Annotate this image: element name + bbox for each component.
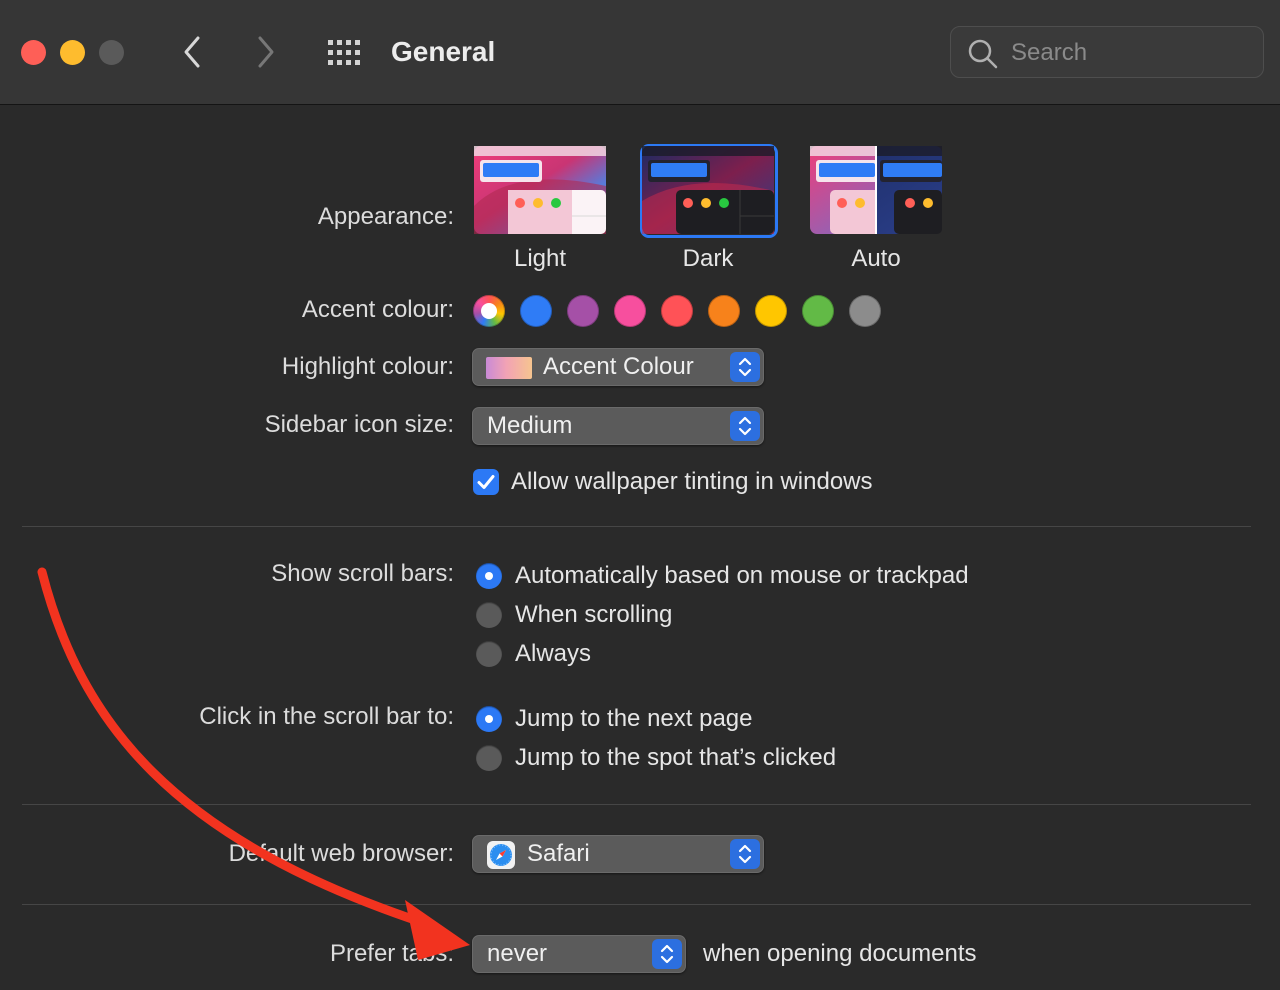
back-button[interactable] [178,34,208,70]
appearance-auto-option[interactable] [810,146,942,234]
highlight-colour-label: Highlight colour: [281,353,454,380]
accent-swatch-multicolor[interactable] [473,295,505,327]
accent-swatch-graphite[interactable] [849,295,881,327]
light-appearance-thumbnail [474,146,606,234]
sidebar-icon-size-label: Sidebar icon size: [264,411,454,438]
scroll-bars-automatic-label[interactable]: Automatically based on mouse or trackpad [515,561,969,591]
prefer-tabs-suffix: when opening documents [703,940,977,967]
highlight-colour-popup[interactable]: Accent Colour [472,348,764,386]
accent-swatch-purple[interactable] [567,295,599,327]
up-down-chevrons-icon [660,944,674,964]
popup-arrows [730,352,760,382]
section-divider [22,804,1251,805]
scroll-bars-always-radio[interactable] [476,641,502,667]
scroll-click-label: Click in the scroll bar to: [199,703,454,730]
safari-icon [487,841,515,869]
wallpaper-tinting-checkbox[interactable] [473,469,499,495]
highlight-colour-value: Accent Colour [543,353,694,380]
appearance-auto-caption: Auto [851,245,901,272]
appearance-dark-option[interactable] [640,144,778,238]
show-scroll-bars-label: Show scroll bars: [271,560,454,587]
close-window-button[interactable] [21,40,46,65]
selected-dot [481,303,497,319]
default-browser-popup[interactable]: Safari [472,835,764,873]
accent-swatch-pink[interactable] [614,295,646,327]
wallpaper-tinting-label[interactable]: Allow wallpaper tinting in windows [511,467,873,497]
default-browser-value: Safari [527,840,590,867]
section-divider [22,904,1251,905]
highlight-colour-swatch [486,357,532,379]
search-icon [968,39,998,69]
scroll-bars-when-scrolling-radio[interactable] [476,602,502,628]
up-down-chevrons-icon [738,357,752,377]
minimize-window-button[interactable] [60,40,85,65]
popup-arrows [652,939,682,969]
forward-button[interactable] [250,34,280,70]
search-field[interactable] [950,26,1264,78]
title-bar: General [0,0,1280,105]
accent-swatch-red[interactable] [661,295,693,327]
appearance-dark-caption: Dark [682,245,734,272]
scroll-bars-automatic-radio[interactable] [476,563,502,589]
scroll-bars-when-scrolling-label[interactable]: When scrolling [515,600,672,630]
checkmark-icon [477,475,495,489]
scroll-click-spot-label[interactable]: Jump to the spot that’s clicked [515,743,836,773]
accent-colour-label: Accent colour: [301,296,454,323]
popup-arrows [730,839,760,869]
default-browser-label: Default web browser: [228,840,454,867]
accent-swatch-orange[interactable] [708,295,740,327]
accent-swatch-blue[interactable] [520,295,552,327]
dark-appearance-thumbnail [642,146,774,234]
sidebar-icon-size-value: Medium [487,412,573,439]
search-input[interactable] [1009,35,1253,71]
zoom-window-button[interactable] [99,40,124,65]
up-down-chevrons-icon [738,416,752,436]
window-title: General [391,36,496,67]
up-down-chevrons-icon [738,844,752,864]
accent-swatch-green[interactable] [802,295,834,327]
appearance-light-option[interactable] [474,146,606,234]
prefer-tabs-value: never [487,940,548,967]
scroll-click-next-page-label[interactable]: Jump to the next page [515,704,753,734]
prefer-tabs-popup[interactable]: never [472,935,686,973]
auto-appearance-thumbnail [810,146,942,234]
appearance-light-caption: Light [513,245,567,272]
chevron-right-icon [258,36,274,68]
scroll-click-next-page-radio[interactable] [476,706,502,732]
scroll-click-spot-radio[interactable] [476,745,502,771]
appearance-label: Appearance: [317,203,454,230]
accent-swatch-yellow[interactable] [755,295,787,327]
scroll-bars-always-label[interactable]: Always [515,639,591,669]
prefer-tabs-label: Prefer tabs: [329,940,454,967]
popup-arrows [730,411,760,441]
grid-icon [328,40,360,65]
show-all-button[interactable] [326,38,364,68]
sidebar-icon-size-popup[interactable]: Medium [472,407,764,445]
chevron-left-icon [184,36,200,68]
section-divider [22,526,1251,527]
